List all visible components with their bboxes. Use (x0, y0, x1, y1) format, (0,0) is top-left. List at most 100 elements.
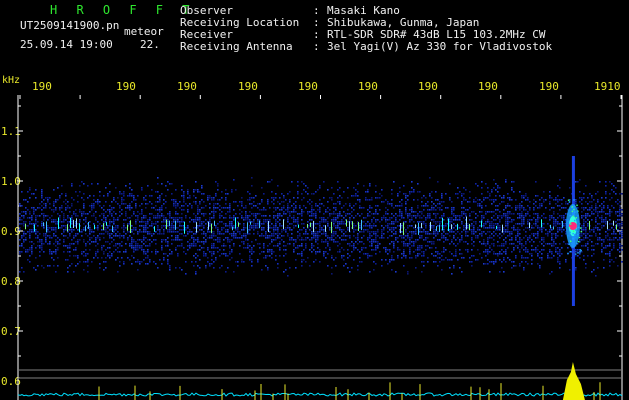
noise-pixel (229, 215, 231, 217)
noise-pixel (193, 241, 195, 243)
noise-pixel (551, 253, 553, 255)
noise-pixel (423, 195, 425, 197)
noise-pixel (493, 187, 495, 189)
noise-pixel (77, 233, 79, 235)
noise-pixel (227, 231, 229, 233)
noise-pixel (367, 257, 369, 259)
noise-pixel (363, 253, 365, 255)
noise-pixel (327, 223, 329, 225)
noise-pixel (385, 259, 387, 261)
noise-pixel (117, 227, 119, 229)
noise-pixel (211, 255, 213, 257)
noise-pixel (327, 189, 329, 191)
noise-pixel (289, 227, 291, 229)
noise-pixel (157, 213, 159, 215)
noise-pixel (205, 235, 207, 237)
noise-pixel (207, 231, 209, 233)
noise-pixel (137, 245, 139, 247)
noise-pixel (319, 203, 321, 205)
noise-pixel (489, 235, 491, 237)
noise-pixel (413, 227, 415, 229)
noise-pixel (225, 217, 227, 219)
noise-pixel (45, 197, 47, 199)
noise-pixel (379, 251, 381, 253)
noise-pixel (425, 219, 427, 221)
noise-pixel (65, 193, 67, 195)
noise-pixel (381, 219, 383, 221)
noise-pixel (155, 191, 157, 193)
noise-pixel (343, 211, 345, 213)
noise-pixel (365, 217, 367, 219)
noise-pixel (255, 227, 257, 229)
noise-pixel (483, 251, 485, 253)
noise-pixel (405, 231, 407, 233)
noise-pixel (173, 221, 175, 223)
noise-pixel (465, 209, 467, 211)
noise-pixel (163, 231, 165, 233)
noise-pixel (293, 217, 295, 219)
noise-pixel (473, 221, 475, 223)
noise-pixel (547, 231, 549, 233)
noise-pixel (71, 221, 73, 223)
carrier-fleck (457, 223, 458, 230)
carrier-fleck (310, 222, 311, 228)
noise-pixel (91, 183, 93, 185)
noise-pixel (575, 199, 577, 201)
noise-pixel (613, 185, 615, 187)
noise-pixel (507, 235, 509, 237)
noise-pixel (335, 203, 337, 205)
noise-pixel (121, 193, 123, 195)
noise-pixel (559, 187, 561, 189)
noise-pixel (555, 225, 557, 227)
noise-pixel (107, 247, 109, 249)
noise-pixel (175, 199, 177, 201)
noise-pixel (27, 209, 29, 211)
noise-pixel (407, 245, 409, 247)
noise-pixel (597, 227, 599, 229)
noise-pixel (103, 245, 105, 247)
noise-pixel (611, 189, 613, 191)
noise-pixel (263, 243, 265, 245)
noise-pixel (475, 213, 477, 215)
noise-pixel (49, 251, 51, 253)
noise-pixel (591, 211, 593, 213)
noise-pixel (597, 239, 599, 241)
noise-pixel (151, 203, 153, 205)
noise-pixel (555, 249, 557, 251)
noise-pixel (291, 229, 293, 231)
noise-pixel (563, 225, 565, 227)
noise-pixel (201, 247, 203, 249)
noise-pixel (531, 249, 533, 251)
noise-pixel (213, 231, 215, 233)
noise-pixel (243, 217, 245, 219)
noise-pixel (517, 233, 519, 235)
noise-pixel (491, 203, 493, 205)
noise-pixel (167, 181, 169, 183)
noise-pixel (601, 209, 603, 211)
noise-pixel (371, 243, 373, 245)
noise-pixel (415, 249, 417, 251)
noise-pixel (489, 193, 491, 195)
noise-pixel (323, 253, 325, 255)
noise-pixel (67, 245, 69, 247)
noise-pixel (423, 265, 425, 267)
noise-pixel (323, 205, 325, 207)
noise-pixel (97, 243, 99, 245)
noise-pixel (463, 197, 465, 199)
noise-pixel (173, 203, 175, 205)
noise-pixel (141, 221, 143, 223)
noise-pixel (291, 217, 293, 219)
noise-pixel (395, 233, 397, 235)
noise-pixel (317, 237, 319, 239)
noise-pixel (129, 193, 131, 195)
noise-pixel (315, 231, 317, 233)
noise-pixel (113, 239, 115, 241)
noise-pixel (517, 227, 519, 229)
noise-pixel (31, 193, 33, 195)
noise-pixel (117, 225, 119, 227)
noise-pixel (343, 259, 345, 261)
noise-pixel (249, 257, 251, 259)
noise-pixel (141, 187, 143, 189)
noise-pixel (343, 229, 345, 231)
noise-pixel (407, 271, 409, 273)
